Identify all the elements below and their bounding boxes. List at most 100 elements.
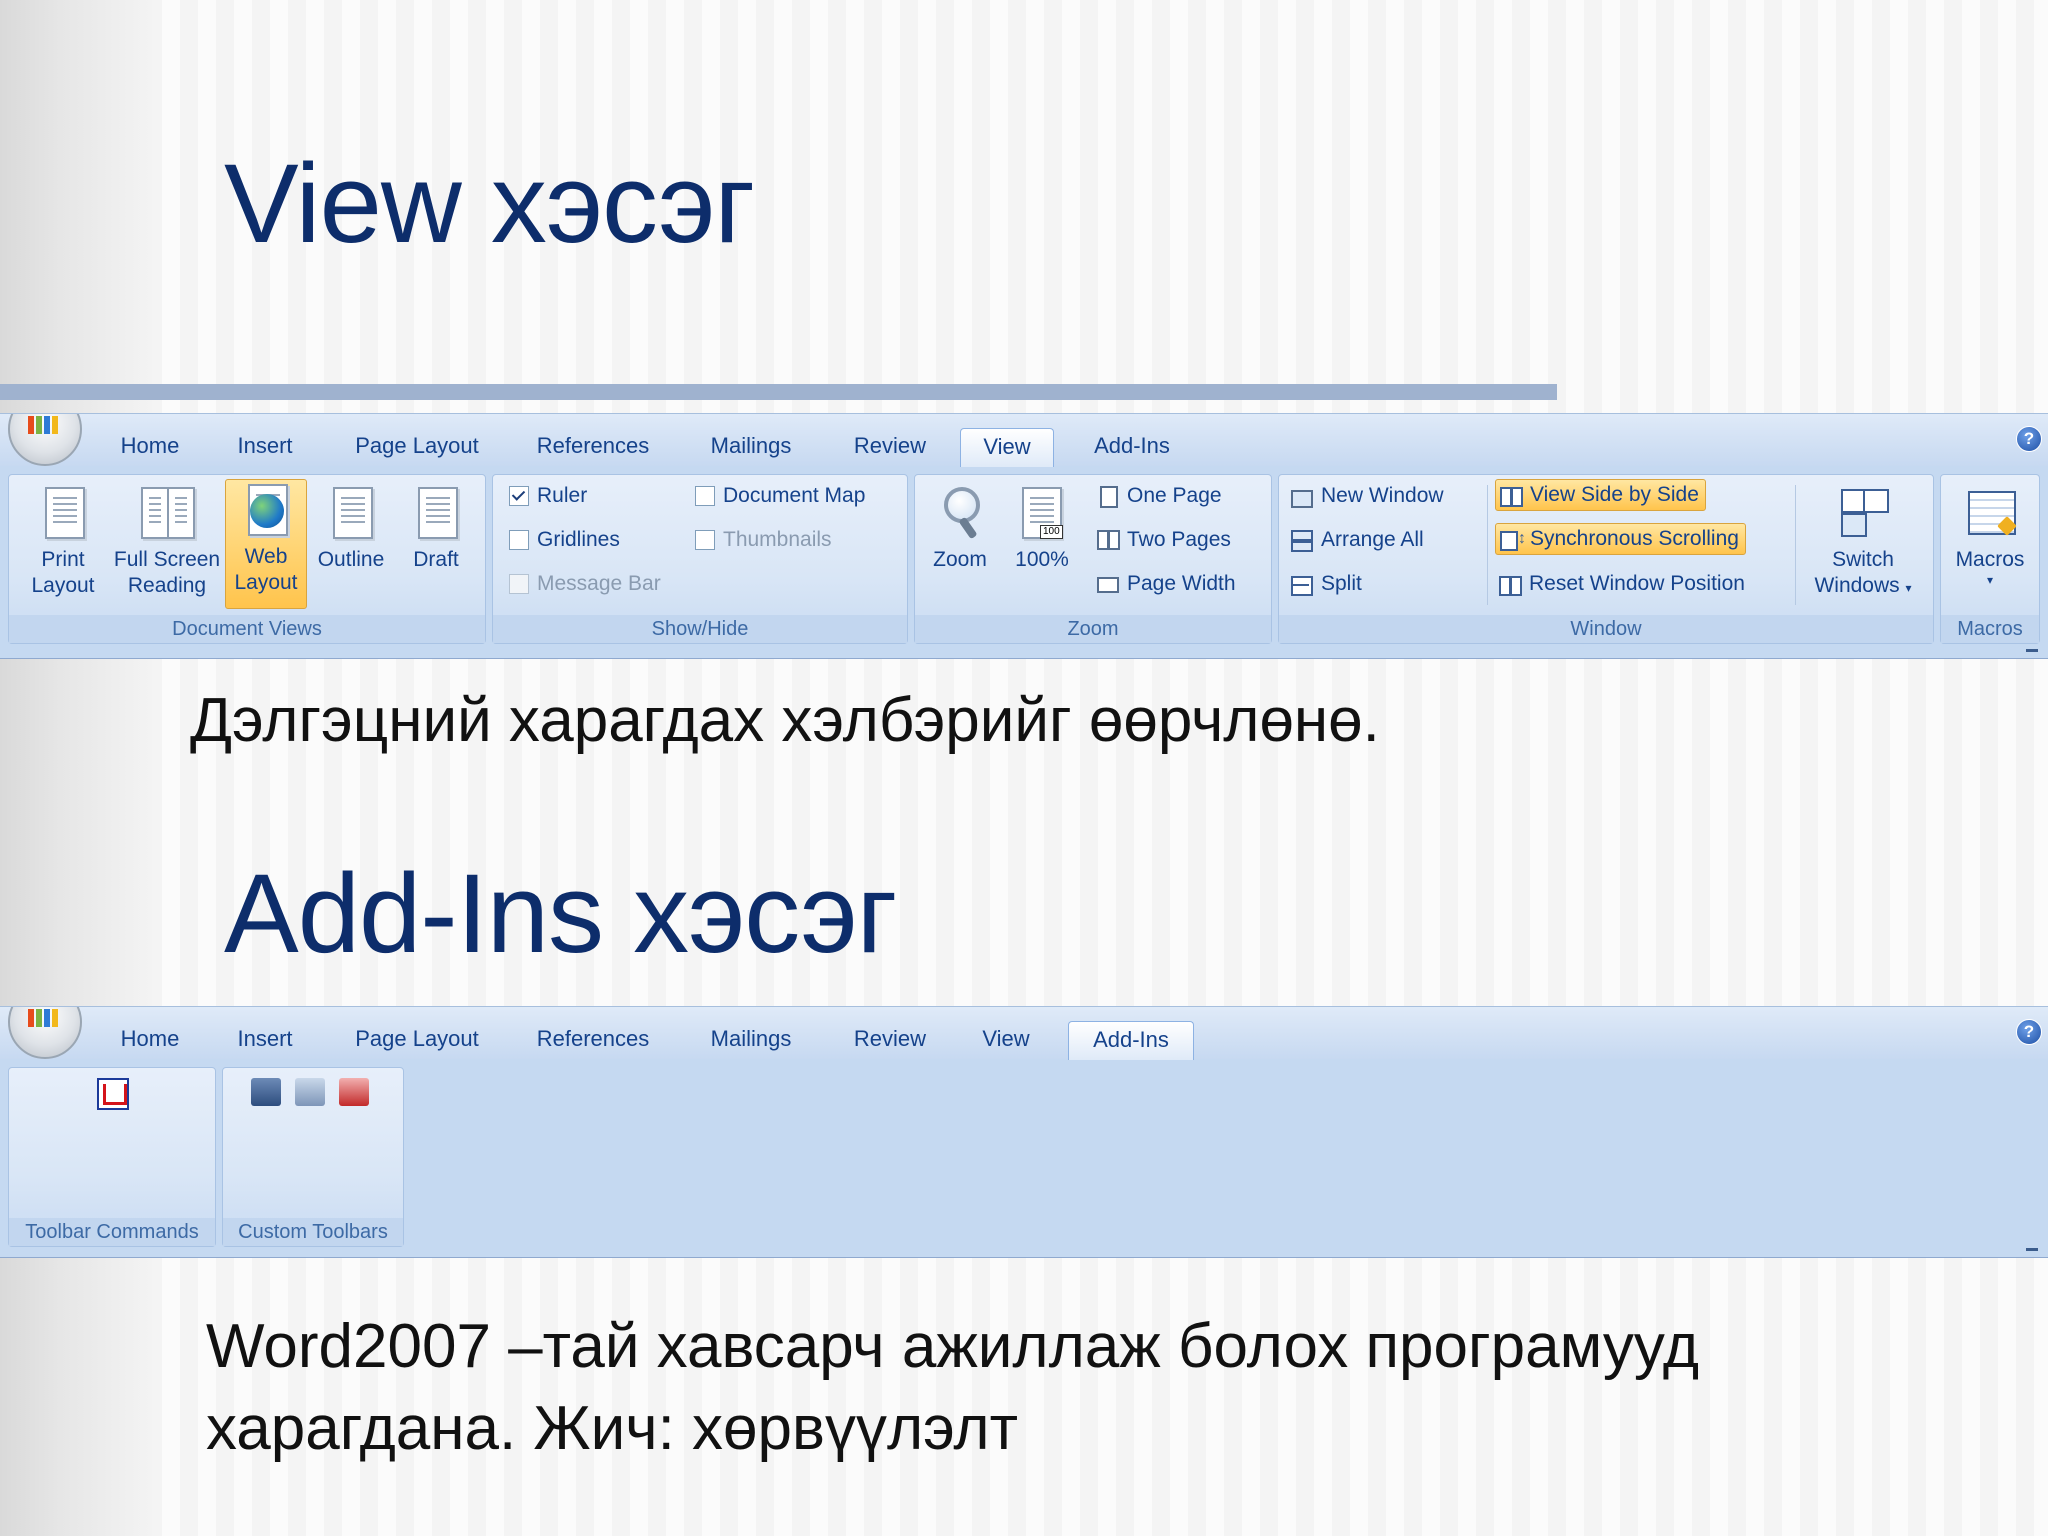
- group-label-macros: Macros: [1941, 615, 2039, 643]
- group-document-views: Print Layout Full Screen Reading Web Lay…: [8, 474, 486, 644]
- page-width-icon: [1097, 574, 1119, 594]
- outline-button[interactable]: Outline: [309, 483, 393, 573]
- tab-insert[interactable]: Insert: [220, 1021, 310, 1059]
- tab-references[interactable]: References: [522, 428, 664, 466]
- office-button[interactable]: [8, 414, 82, 466]
- reset-window-position-label: Reset Window Position: [1529, 572, 1745, 595]
- toolbar-command-icon[interactable]: [97, 1078, 129, 1110]
- switch-windows-button[interactable]: Switch Windows ▾: [1803, 483, 1923, 601]
- one-page-button[interactable]: One Page: [1097, 481, 1222, 511]
- group-macros: Macros ▾ Macros: [1940, 474, 2040, 644]
- office-logo-icon: [28, 416, 58, 434]
- message-bar-label: Message Bar: [537, 572, 661, 595]
- arrange-all-icon: [1291, 530, 1313, 552]
- switch-windows-icon: [1837, 485, 1889, 541]
- tab-page-layout[interactable]: Page Layout: [340, 1021, 494, 1059]
- help-icon[interactable]: ?: [2016, 426, 2042, 452]
- ribbon-view: Home Insert Page Layout References Maili…: [0, 413, 2048, 659]
- page-100-icon: 100: [1016, 485, 1068, 541]
- help-icon[interactable]: ?: [2016, 1019, 2042, 1045]
- synchronous-scrolling-icon: ↕: [1500, 529, 1526, 551]
- web-layout-label-2: Layout: [234, 571, 298, 594]
- globe-icon: [240, 482, 292, 538]
- custom-toolbar-icon-3[interactable]: [339, 1078, 369, 1106]
- tab-references[interactable]: References: [522, 1021, 664, 1059]
- document-map-checkbox[interactable]: Document Map: [695, 481, 865, 511]
- add-ins-description: Word2007 –тай хавсарч ажиллаж болох прог…: [206, 1306, 1699, 1470]
- ruler-checkbox[interactable]: Ruler: [509, 481, 587, 511]
- synchronous-scrolling-label: Synchronous Scrolling: [1530, 527, 1739, 550]
- checkbox-unchecked-icon: [695, 486, 715, 506]
- page-width-button[interactable]: Page Width: [1097, 569, 1236, 599]
- full-screen-reading-button[interactable]: Full Screen Reading: [105, 483, 229, 599]
- reset-window-position-icon: [1499, 574, 1522, 596]
- switch-windows-label-2: Windows: [1814, 574, 1900, 597]
- outline-label: Outline: [317, 548, 385, 571]
- thumbnails-label: Thumbnails: [723, 528, 832, 551]
- dropdown-arrow-icon: ▾: [1905, 581, 1912, 595]
- tab-review[interactable]: Review: [838, 428, 942, 466]
- thumbnails-checkbox[interactable]: Thumbnails: [695, 525, 832, 555]
- one-page-icon: [1097, 486, 1119, 508]
- tab-view[interactable]: View: [960, 1021, 1052, 1059]
- ribbon-add-ins: Home Insert Page Layout References Maili…: [0, 1006, 2048, 1258]
- synchronous-scrolling-button[interactable]: ↕ Synchronous Scrolling: [1495, 523, 1746, 555]
- print-layout-button[interactable]: Print Layout: [15, 483, 111, 599]
- macros-button[interactable]: Macros ▾: [1945, 483, 2035, 587]
- gridlines-label: Gridlines: [537, 528, 620, 551]
- new-window-button[interactable]: New Window: [1291, 481, 1444, 511]
- group-custom-toolbars: Custom Toolbars: [222, 1067, 404, 1247]
- two-pages-button[interactable]: Two Pages: [1097, 525, 1231, 555]
- dropdown-arrow-icon: ▾: [1986, 573, 1994, 587]
- document-map-label: Document Map: [723, 484, 866, 507]
- group-window: New Window Arrange All Split View Side b…: [1278, 474, 1934, 644]
- tab-insert[interactable]: Insert: [220, 428, 310, 466]
- tab-home[interactable]: Home: [104, 1021, 196, 1059]
- arrange-all-button[interactable]: Arrange All: [1291, 525, 1424, 555]
- office-button[interactable]: [8, 1007, 82, 1059]
- group-zoom: Zoom 100 100% One Page Two Pages Page Wi…: [914, 474, 1272, 644]
- tab-add-ins[interactable]: Add-Ins: [1076, 428, 1188, 466]
- tab-home[interactable]: Home: [104, 428, 196, 466]
- office-logo-icon: [28, 1009, 58, 1027]
- two-pages-label: Two Pages: [1127, 528, 1231, 551]
- one-page-label: One Page: [1127, 484, 1222, 507]
- switch-windows-label-1: Switch: [1832, 548, 1894, 571]
- group-label-toolbar-commands: Toolbar Commands: [9, 1218, 215, 1246]
- full-screen-reading-label-2: Reading: [127, 574, 207, 597]
- scrollbar-indicator: [2026, 649, 2038, 652]
- web-layout-button[interactable]: Web Layout: [225, 479, 307, 609]
- tab-page-layout[interactable]: Page Layout: [340, 428, 494, 466]
- tab-review[interactable]: Review: [838, 1021, 942, 1059]
- draft-button[interactable]: Draft: [399, 483, 473, 573]
- custom-toolbar-icon-1[interactable]: [251, 1078, 281, 1106]
- checkbox-unchecked-icon: [509, 530, 529, 550]
- web-layout-label-1: Web: [244, 545, 288, 568]
- add-ins-description-line-2: харагдана. Жич: хөрвүүлэлт: [206, 1394, 1018, 1463]
- tab-view[interactable]: View: [960, 428, 1054, 467]
- group-label-zoom: Zoom: [915, 615, 1271, 643]
- custom-toolbar-icon-2[interactable]: [295, 1078, 325, 1106]
- group-label-show-hide: Show/Hide: [493, 615, 907, 643]
- separator: [1795, 485, 1796, 605]
- tab-mailings[interactable]: Mailings: [690, 428, 812, 466]
- checkbox-disabled-icon: [509, 574, 529, 594]
- arrange-all-label: Arrange All: [1321, 528, 1424, 551]
- message-bar-checkbox: Message Bar: [509, 569, 661, 599]
- draft-label: Draft: [413, 548, 459, 571]
- print-layout-label-1: Print: [41, 548, 85, 571]
- zoom-100-badge: 100: [1040, 525, 1063, 539]
- view-side-by-side-button[interactable]: View Side by Side: [1495, 479, 1706, 511]
- group-show-hide: Ruler Gridlines Message Bar Document Map…: [492, 474, 908, 644]
- macros-label: Macros: [1955, 548, 2025, 571]
- tab-mailings[interactable]: Mailings: [690, 1021, 812, 1059]
- tab-add-ins[interactable]: Add-Ins: [1068, 1021, 1194, 1060]
- reset-window-position-button[interactable]: Reset Window Position: [1499, 569, 1745, 599]
- split-button[interactable]: Split: [1291, 569, 1362, 599]
- gridlines-checkbox[interactable]: Gridlines: [509, 525, 620, 555]
- checkbox-checked-icon: [509, 486, 529, 506]
- zoom-button[interactable]: Zoom: [923, 483, 997, 573]
- new-window-label: New Window: [1321, 484, 1444, 507]
- zoom-100-button[interactable]: 100 100%: [1005, 483, 1079, 573]
- zoom-label: Zoom: [933, 548, 987, 571]
